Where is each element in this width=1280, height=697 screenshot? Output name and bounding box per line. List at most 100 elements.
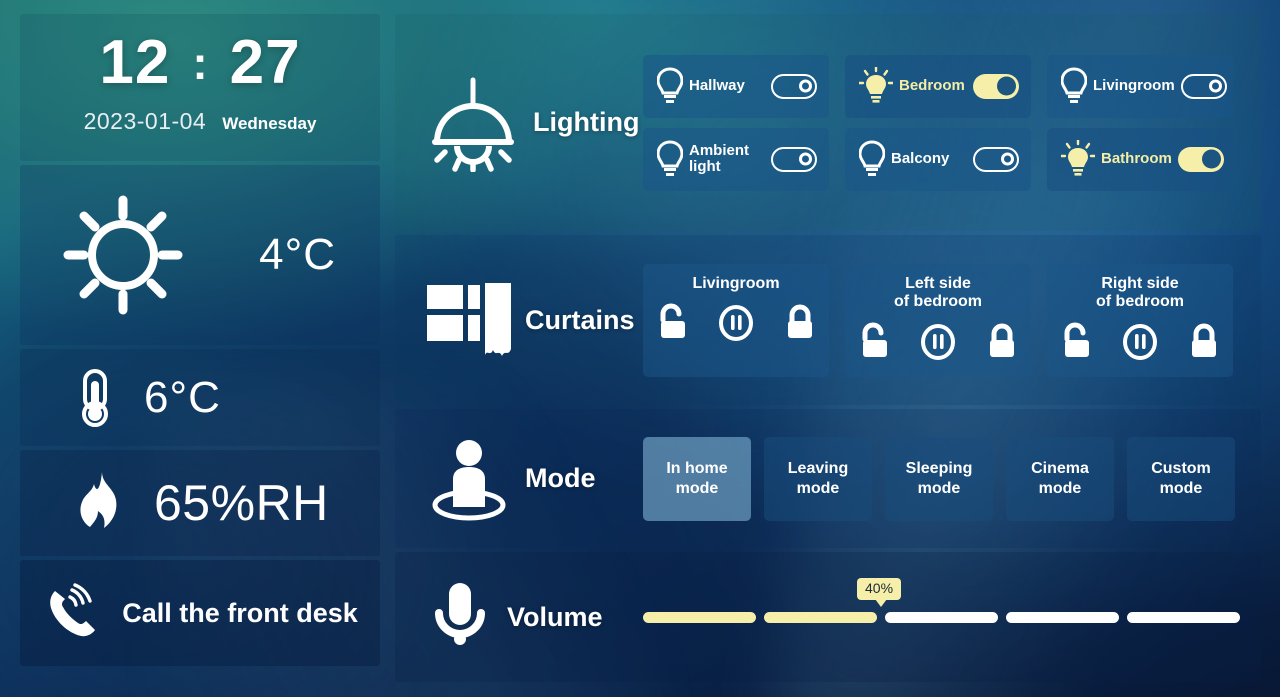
- outdoor-weather-panel: 4°C: [20, 165, 380, 345]
- humidity-value: 65%RH: [154, 475, 329, 531]
- light-label: Bathroom: [1101, 150, 1172, 168]
- volume-title: Volume: [507, 601, 603, 632]
- curtain-label: Right side of bedroom: [1096, 274, 1184, 311]
- outdoor-temperature: 4°C: [259, 230, 336, 279]
- bulb-lit-icon: [1061, 140, 1095, 178]
- mode-card-sleeping[interactable]: Sleeping mode: [885, 436, 993, 521]
- light-toggle-balcony[interactable]: [973, 146, 1019, 172]
- open-icon[interactable]: [855, 321, 893, 361]
- mode-card-leaving[interactable]: Leaving mode: [764, 436, 872, 521]
- volume-percent-tooltip: 40%: [857, 577, 902, 608]
- open-icon[interactable]: [1057, 321, 1095, 361]
- curtain-window-icon: [423, 277, 515, 363]
- pause-icon[interactable]: [919, 321, 957, 361]
- light-card-bedroom[interactable]: Bedroom: [845, 54, 1031, 118]
- light-label: Hallway: [689, 77, 745, 95]
- bulb-icon: [1061, 67, 1087, 105]
- clock-separator: :: [192, 37, 208, 89]
- curtains-section: Curtains Livingroom Left side of bedroom…: [395, 235, 1261, 405]
- light-card-balcony[interactable]: Balcony: [845, 127, 1031, 191]
- bulb-icon: [859, 140, 885, 178]
- curtain-label: Left side of bedroom: [894, 274, 982, 311]
- volume-segments: [643, 611, 1240, 623]
- clock-weekday: Wednesday: [222, 114, 317, 133]
- volume-header: Volume: [395, 577, 643, 657]
- curtain-controls: [1057, 321, 1223, 361]
- call-front-desk-label: Call the front desk: [122, 597, 358, 628]
- open-icon[interactable]: [653, 302, 691, 342]
- pause-icon[interactable]: [1121, 321, 1159, 361]
- bulb-icon: [657, 67, 683, 105]
- light-toggle-bathroom[interactable]: [1177, 146, 1224, 172]
- phone-call-icon: [42, 583, 104, 643]
- light-label: Livingroom: [1093, 77, 1175, 95]
- lighting-header: Lighting: [395, 74, 643, 172]
- close-icon[interactable]: [983, 321, 1021, 361]
- mode-card-custom[interactable]: Custom mode: [1127, 436, 1235, 521]
- person-in-circle-icon: [423, 433, 515, 525]
- lighting-title: Lighting: [533, 107, 640, 138]
- mode-section: Mode In home mode Leaving mode Sleeping …: [395, 408, 1261, 549]
- curtain-card-livingroom[interactable]: Livingroom: [643, 263, 829, 377]
- light-card-bathroom[interactable]: Bathroom: [1047, 127, 1233, 191]
- bulb-lit-icon: [859, 67, 893, 105]
- mode-card-cinema[interactable]: Cinema mode: [1006, 436, 1114, 521]
- light-toggle-ambient-light[interactable]: [771, 146, 817, 172]
- flame-icon: [72, 470, 128, 536]
- clock-date-row: 2023-01-04 Wednesday: [20, 108, 380, 135]
- curtain-card-left-side-of-bedroom[interactable]: Left side of bedroom: [845, 263, 1031, 377]
- light-toggle-bedroom[interactable]: [973, 73, 1019, 99]
- call-front-desk-button[interactable]: Call the front desk: [20, 560, 380, 666]
- volume-segment[interactable]: [885, 611, 998, 623]
- curtain-label: Livingroom: [692, 274, 780, 292]
- curtains-row: Livingroom Left side of bedroom Right si…: [643, 263, 1261, 377]
- light-card-hallway[interactable]: Hallway: [643, 54, 829, 118]
- clock-time: 12 : 27: [20, 14, 380, 94]
- light-label: Ambient light: [689, 141, 749, 176]
- microphone-icon: [423, 577, 497, 657]
- clock-hours: 12: [99, 28, 171, 97]
- sun-icon: [60, 192, 186, 318]
- volume-slider[interactable]: 40%: [643, 577, 1262, 623]
- light-label: Balcony: [891, 150, 950, 168]
- smart-home-control-panel: 12 : 27 2023-01-04 Wednesday 4°C 6°C 65%…: [0, 0, 1280, 697]
- volume-section: Volume 40%: [395, 552, 1262, 683]
- light-card-livingroom[interactable]: Livingroom: [1047, 54, 1233, 118]
- pendant-lamp-icon: [423, 74, 523, 172]
- indoor-temperature-panel: 6°C: [20, 349, 380, 446]
- light-card-ambient-light[interactable]: Ambient light: [643, 127, 829, 191]
- curtain-controls: [653, 302, 819, 342]
- clock-panel: 12 : 27 2023-01-04 Wednesday: [20, 14, 380, 161]
- close-icon[interactable]: [781, 302, 819, 342]
- light-toggle-livingroom[interactable]: [1180, 73, 1227, 99]
- thermometer-icon: [72, 367, 118, 429]
- clock-minutes: 27: [229, 28, 301, 97]
- mode-header: Mode: [395, 433, 643, 525]
- close-icon[interactable]: [1185, 321, 1223, 361]
- volume-segment[interactable]: [764, 611, 877, 623]
- bulb-icon: [657, 140, 683, 178]
- control-sections: Lighting Hallway Bedroom Livingroom Ambi…: [395, 14, 1262, 683]
- indoor-temperature: 6°C: [144, 372, 221, 422]
- volume-segment[interactable]: [643, 611, 756, 623]
- volume-segment[interactable]: [1127, 611, 1240, 623]
- volume-body: 40%: [643, 577, 1262, 623]
- curtains-body: Livingroom Left side of bedroom Right si…: [643, 263, 1261, 377]
- light-label: Bedroom: [899, 77, 965, 95]
- mode-card-in-home[interactable]: In home mode: [643, 436, 751, 521]
- light-toggle-hallway[interactable]: [771, 73, 817, 99]
- pause-icon[interactable]: [717, 302, 755, 342]
- curtains-title: Curtains: [525, 304, 635, 335]
- lighting-body: Hallway Bedroom Livingroom Ambient light…: [643, 54, 1261, 191]
- mode-body: In home mode Leaving mode Sleeping mode …: [643, 436, 1261, 521]
- humidity-panel: 65%RH: [20, 450, 380, 556]
- curtains-header: Curtains: [395, 277, 643, 363]
- sidebar: 12 : 27 2023-01-04 Wednesday 4°C 6°C 65%…: [20, 14, 380, 682]
- mode-row: In home mode Leaving mode Sleeping mode …: [643, 436, 1261, 521]
- curtain-controls: [855, 321, 1021, 361]
- lighting-section: Lighting Hallway Bedroom Livingroom Ambi…: [395, 14, 1261, 232]
- lighting-grid: Hallway Bedroom Livingroom Ambient light…: [643, 54, 1261, 191]
- clock-date: 2023-01-04: [83, 108, 207, 134]
- volume-segment[interactable]: [1006, 611, 1119, 623]
- curtain-card-right-side-of-bedroom[interactable]: Right side of bedroom: [1047, 263, 1233, 377]
